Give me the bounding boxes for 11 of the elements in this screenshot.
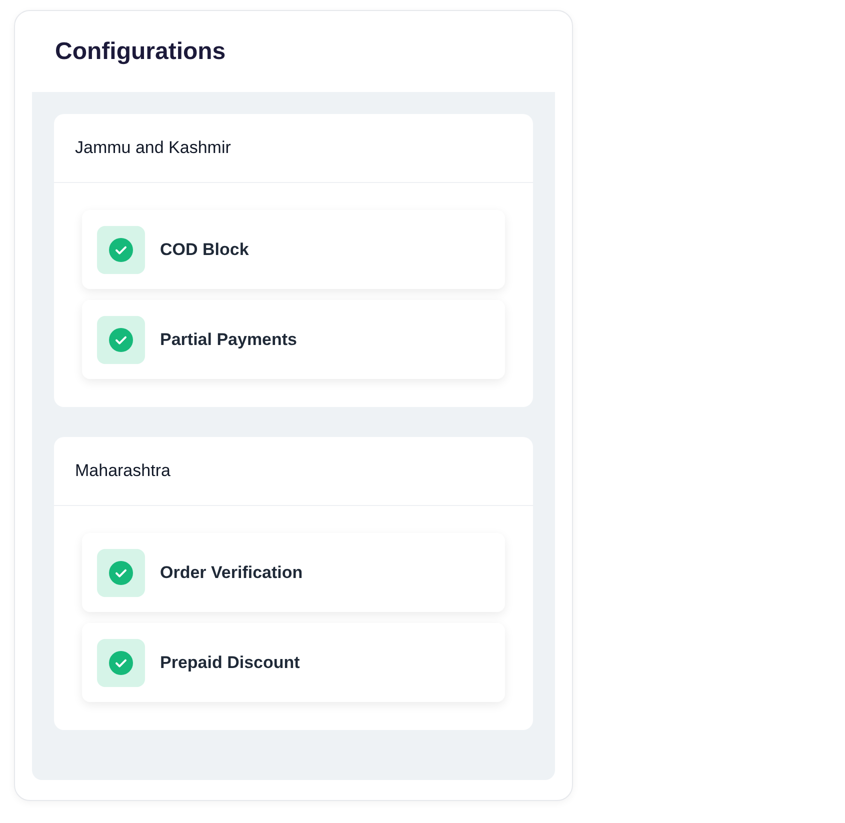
region-name: Jammu and Kashmir [75,137,231,160]
region-name: Maharashtra [75,460,170,482]
config-label: Order Verification [160,562,303,584]
card-title: Configurations [55,36,226,66]
check-circle-icon [109,238,133,262]
config-label: Partial Payments [160,328,298,351]
config-label: Prepaid Discount [160,652,300,674]
check-circle-icon [109,650,133,674]
config-label: COD Block [160,238,249,261]
check-circle-icon [109,328,133,352]
check-circle-icon [109,560,133,584]
